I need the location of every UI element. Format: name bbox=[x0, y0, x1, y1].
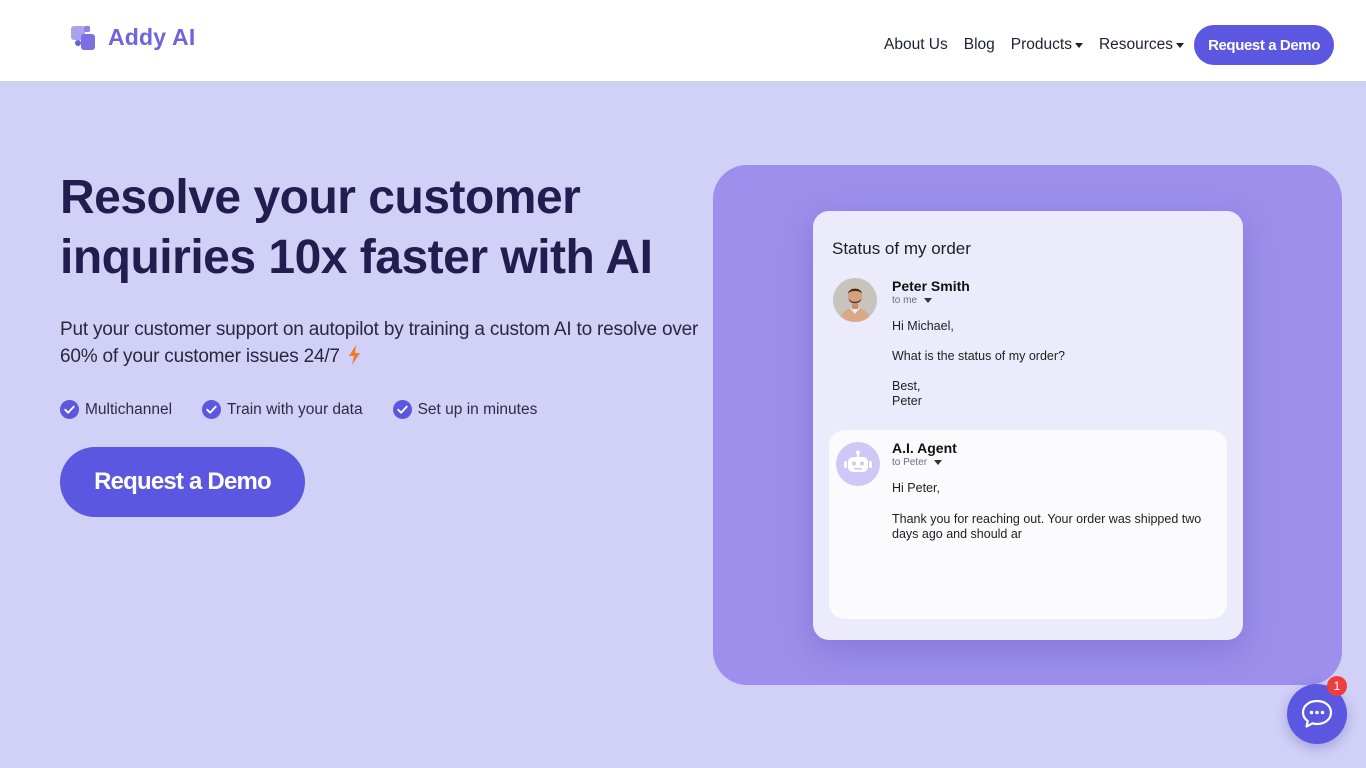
robot-avatar-icon bbox=[836, 442, 880, 486]
brand-name: Addy AI bbox=[108, 24, 196, 50]
nav-products-label: Products bbox=[1010, 36, 1072, 53]
feature-label: Train with your data bbox=[227, 400, 363, 418]
incoming-signoff: Best, bbox=[892, 379, 921, 393]
hero-title-line-1: Resolve your customer bbox=[60, 171, 581, 224]
reply-recipient[interactable]: to Peter bbox=[892, 457, 943, 468]
incoming-signature: Peter bbox=[892, 394, 922, 408]
incoming-sender-name: Peter Smith bbox=[892, 278, 970, 294]
hero-subtitle: Put your customer support on autopilot b… bbox=[60, 316, 700, 370]
reply-body: Thank you for reaching out. Your order w… bbox=[892, 512, 1202, 541]
feature-item: Multichannel bbox=[60, 400, 172, 419]
ai-reply-box: A.I. Agent to Peter Hi Peter, Thank you … bbox=[829, 430, 1227, 619]
feature-label: Set up in minutes bbox=[417, 400, 538, 418]
incoming-recipient-label: to me bbox=[892, 295, 918, 306]
caret-down-icon bbox=[1074, 42, 1083, 48]
email-thread-card: Status of my order Peter Smith to me Hi … bbox=[813, 211, 1243, 640]
top-navbar: Addy AI About Us Blog Products Resources… bbox=[0, 0, 1366, 81]
nav-resources-label: Resources bbox=[1098, 36, 1174, 53]
nav-about-us[interactable]: About Us bbox=[884, 36, 948, 54]
check-circle-icon bbox=[60, 400, 79, 419]
reply-recipient-label: to Peter bbox=[892, 457, 928, 468]
feature-item: Set up in minutes bbox=[392, 400, 538, 419]
nav-products-dropdown[interactable]: Products bbox=[1011, 36, 1083, 54]
feature-item: Train with your data bbox=[202, 400, 363, 419]
user-avatar-icon bbox=[833, 278, 877, 322]
incoming-recipient[interactable]: to me bbox=[892, 295, 933, 306]
hero-title-line-2: inquiries 10x faster with AI bbox=[60, 231, 653, 284]
nav-resources-dropdown[interactable]: Resources bbox=[1098, 36, 1185, 54]
nav-links: About Us Blog Products Resources Request… bbox=[884, 25, 1334, 65]
lightning-bolt-icon bbox=[348, 344, 360, 365]
caret-down-icon bbox=[934, 460, 943, 465]
check-circle-icon bbox=[392, 400, 412, 419]
chat-bubble-icon bbox=[1301, 699, 1333, 728]
email-subject: Status of my order bbox=[832, 239, 971, 258]
nav-blog[interactable]: Blog bbox=[964, 36, 995, 54]
incoming-body: What is the status of my order? bbox=[892, 349, 1065, 363]
caret-down-icon bbox=[1176, 42, 1185, 48]
logo-mark-icon bbox=[71, 25, 95, 50]
hero-subtitle-text: Put your customer support on autopilot b… bbox=[60, 319, 699, 367]
nav-request-demo-button[interactable]: Request a Demo bbox=[1194, 25, 1334, 65]
feature-list: Multichannel Train with your data Set up… bbox=[60, 400, 567, 419]
feature-label: Multichannel bbox=[85, 400, 173, 418]
chat-notification-badge: 1 bbox=[1327, 676, 1347, 696]
check-circle-icon bbox=[202, 400, 222, 419]
reply-sender-name: A.I. Agent bbox=[892, 440, 957, 456]
reply-greeting: Hi Peter, bbox=[892, 481, 940, 495]
caret-down-icon bbox=[924, 298, 933, 303]
incoming-greeting: Hi Michael, bbox=[892, 319, 954, 333]
brand-logo[interactable]: Addy AI bbox=[70, 24, 195, 51]
hero-title: Resolve your customer inquiries 10x fast… bbox=[60, 168, 700, 288]
hero-request-demo-button[interactable]: Request a Demo bbox=[60, 447, 305, 517]
